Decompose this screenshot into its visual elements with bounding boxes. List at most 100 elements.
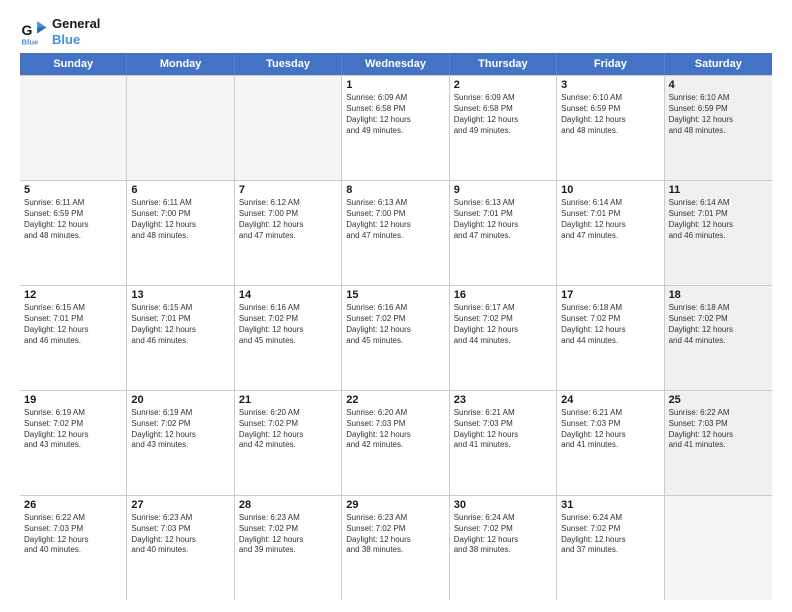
day-number: 2 bbox=[454, 79, 552, 91]
day-number: 11 bbox=[669, 184, 768, 196]
calendar-cell: 29 Sunrise: 6:23 AMSunset: 7:02 PMDayligh… bbox=[342, 496, 449, 600]
calendar-header: SundayMondayTuesdayWednesdayThursdayFrid… bbox=[20, 53, 772, 75]
day-number: 25 bbox=[669, 394, 768, 406]
day-number: 1 bbox=[346, 79, 444, 91]
calendar-cell: 30 Sunrise: 6:24 AMSunset: 7:02 PMDayligh… bbox=[450, 496, 557, 600]
day-number: 7 bbox=[239, 184, 337, 196]
day-number: 31 bbox=[561, 499, 659, 511]
calendar-cell: 21 Sunrise: 6:20 AMSunset: 7:02 PMDayligh… bbox=[235, 391, 342, 495]
calendar-cell: 1 Sunrise: 6:09 AMSunset: 6:58 PMDaylight… bbox=[342, 76, 449, 180]
calendar-cell: 27 Sunrise: 6:23 AMSunset: 7:03 PMDayligh… bbox=[127, 496, 234, 600]
cell-info: Sunrise: 6:20 AMSunset: 7:02 PMDaylight:… bbox=[239, 408, 337, 451]
calendar-cell: 6 Sunrise: 6:11 AMSunset: 7:00 PMDaylight… bbox=[127, 181, 234, 285]
calendar-cell: 23Sunrise: 6:21 AMSunset: 7:03 PMDayligh… bbox=[450, 391, 557, 495]
weekday-header: Sunday bbox=[20, 53, 127, 75]
weekday-header: Tuesday bbox=[235, 53, 342, 75]
calendar-cell: 7Sunrise: 6:12 AMSunset: 7:00 PMDaylight… bbox=[235, 181, 342, 285]
cell-info: Sunrise: 6:23 AMSunset: 7:02 PMDaylight:… bbox=[239, 513, 337, 556]
cell-info: Sunrise: 6:13 AMSunset: 7:00 PMDaylight:… bbox=[346, 198, 444, 241]
day-number: 27 bbox=[131, 499, 229, 511]
day-number: 12 bbox=[24, 289, 122, 301]
day-number: 14 bbox=[239, 289, 337, 301]
calendar-cell: 14 Sunrise: 6:16 AMSunset: 7:02 PMDayligh… bbox=[235, 286, 342, 390]
day-number: 5 bbox=[24, 184, 122, 196]
cell-info: Sunrise: 6:16 AMSunset: 7:02 PMDaylight:… bbox=[346, 303, 444, 346]
weekday-header: Wednesday bbox=[342, 53, 449, 75]
calendar-cell: 17 Sunrise: 6:18 AMSunset: 7:02 PMDayligh… bbox=[557, 286, 664, 390]
day-number: 13 bbox=[131, 289, 229, 301]
calendar-body: 1 Sunrise: 6:09 AMSunset: 6:58 PMDaylight… bbox=[20, 75, 772, 600]
calendar-cell: 24 Sunrise: 6:21 AMSunset: 7:03 PMDayligh… bbox=[557, 391, 664, 495]
logo-text-blue: Blue bbox=[52, 32, 100, 48]
cell-info: Sunrise: 6:18 AMSunset: 7:02 PMDaylight:… bbox=[561, 303, 659, 346]
cell-info: Sunrise: 6:14 AMSunset: 7:01 PMDaylight:… bbox=[561, 198, 659, 241]
weekday-header: Monday bbox=[127, 53, 234, 75]
cell-info: Sunrise: 6:20 AMSunset: 7:03 PMDaylight:… bbox=[346, 408, 444, 451]
page: G Blue General Blue SundayMondayTuesdayW… bbox=[0, 0, 792, 612]
weekday-header: Thursday bbox=[450, 53, 557, 75]
cell-info: Sunrise: 6:11 AMSunset: 6:59 PMDaylight:… bbox=[24, 198, 122, 241]
day-number: 6 bbox=[131, 184, 229, 196]
day-number: 26 bbox=[24, 499, 122, 511]
weekday-header: Saturday bbox=[665, 53, 772, 75]
calendar-cell: 20 Sunrise: 6:19 AMSunset: 7:02 PMDayligh… bbox=[127, 391, 234, 495]
cell-info: Sunrise: 6:10 AMSunset: 6:59 PMDaylight:… bbox=[669, 93, 768, 136]
calendar-cell: 12 Sunrise: 6:15 AMSunset: 7:01 PMDayligh… bbox=[20, 286, 127, 390]
svg-text:Blue: Blue bbox=[22, 37, 40, 46]
cell-info: Sunrise: 6:22 AMSunset: 7:03 PMDaylight:… bbox=[669, 408, 768, 451]
cell-info: Sunrise: 6:24 AMSunset: 7:02 PMDaylight:… bbox=[454, 513, 552, 556]
day-number: 30 bbox=[454, 499, 552, 511]
cell-info: Sunrise: 6:17 AMSunset: 7:02 PMDaylight:… bbox=[454, 303, 552, 346]
cell-info: Sunrise: 6:09 AMSunset: 6:58 PMDaylight:… bbox=[454, 93, 552, 136]
calendar-cell bbox=[20, 76, 127, 180]
header: G Blue General Blue bbox=[20, 16, 772, 47]
calendar-cell: 31 Sunrise: 6:24 AMSunset: 7:02 PMDayligh… bbox=[557, 496, 664, 600]
calendar-cell: 15Sunrise: 6:16 AMSunset: 7:02 PMDayligh… bbox=[342, 286, 449, 390]
calendar-cell: 5 Sunrise: 6:11 AMSunset: 6:59 PMDaylight… bbox=[20, 181, 127, 285]
cell-info: Sunrise: 6:13 AMSunset: 7:01 PMDaylight:… bbox=[454, 198, 552, 241]
day-number: 20 bbox=[131, 394, 229, 406]
cell-info: Sunrise: 6:23 AMSunset: 7:02 PMDaylight:… bbox=[346, 513, 444, 556]
day-number: 17 bbox=[561, 289, 659, 301]
cell-info: Sunrise: 6:19 AMSunset: 7:02 PMDaylight:… bbox=[24, 408, 122, 451]
day-number: 22 bbox=[346, 394, 444, 406]
day-number: 29 bbox=[346, 499, 444, 511]
day-number: 24 bbox=[561, 394, 659, 406]
calendar-row: 19 Sunrise: 6:19 AMSunset: 7:02 PMDayligh… bbox=[20, 391, 772, 496]
logo-text-general: General bbox=[52, 16, 100, 32]
cell-info: Sunrise: 6:16 AMSunset: 7:02 PMDaylight:… bbox=[239, 303, 337, 346]
day-number: 16 bbox=[454, 289, 552, 301]
calendar-row: 1 Sunrise: 6:09 AMSunset: 6:58 PMDaylight… bbox=[20, 75, 772, 181]
cell-info: Sunrise: 6:15 AMSunset: 7:01 PMDaylight:… bbox=[24, 303, 122, 346]
cell-info: Sunrise: 6:21 AMSunset: 7:03 PMDaylight:… bbox=[561, 408, 659, 451]
cell-info: Sunrise: 6:23 AMSunset: 7:03 PMDaylight:… bbox=[131, 513, 229, 556]
cell-info: Sunrise: 6:24 AMSunset: 7:02 PMDaylight:… bbox=[561, 513, 659, 556]
day-number: 21 bbox=[239, 394, 337, 406]
calendar-cell: 3Sunrise: 6:10 AMSunset: 6:59 PMDaylight… bbox=[557, 76, 664, 180]
day-number: 19 bbox=[24, 394, 122, 406]
day-number: 9 bbox=[454, 184, 552, 196]
cell-info: Sunrise: 6:19 AMSunset: 7:02 PMDaylight:… bbox=[131, 408, 229, 451]
cell-info: Sunrise: 6:10 AMSunset: 6:59 PMDaylight:… bbox=[561, 93, 659, 136]
cell-info: Sunrise: 6:15 AMSunset: 7:01 PMDaylight:… bbox=[131, 303, 229, 346]
cell-info: Sunrise: 6:09 AMSunset: 6:58 PMDaylight:… bbox=[346, 93, 444, 136]
cell-info: Sunrise: 6:22 AMSunset: 7:03 PMDaylight:… bbox=[24, 513, 122, 556]
weekday-header: Friday bbox=[557, 53, 664, 75]
calendar-cell: 8 Sunrise: 6:13 AMSunset: 7:00 PMDaylight… bbox=[342, 181, 449, 285]
calendar-cell: 19 Sunrise: 6:19 AMSunset: 7:02 PMDayligh… bbox=[20, 391, 127, 495]
cell-info: Sunrise: 6:11 AMSunset: 7:00 PMDaylight:… bbox=[131, 198, 229, 241]
calendar-cell: 26 Sunrise: 6:22 AMSunset: 7:03 PMDayligh… bbox=[20, 496, 127, 600]
logo: G Blue General Blue bbox=[20, 16, 100, 47]
day-number: 8 bbox=[346, 184, 444, 196]
day-number: 18 bbox=[669, 289, 768, 301]
day-number: 4 bbox=[669, 79, 768, 91]
calendar-cell: 2 Sunrise: 6:09 AMSunset: 6:58 PMDaylight… bbox=[450, 76, 557, 180]
calendar-cell bbox=[235, 76, 342, 180]
calendar-cell: 16 Sunrise: 6:17 AMSunset: 7:02 PMDayligh… bbox=[450, 286, 557, 390]
cell-info: Sunrise: 6:18 AMSunset: 7:02 PMDaylight:… bbox=[669, 303, 768, 346]
calendar-cell: 13 Sunrise: 6:15 AMSunset: 7:01 PMDayligh… bbox=[127, 286, 234, 390]
cell-info: Sunrise: 6:14 AMSunset: 7:01 PMDaylight:… bbox=[669, 198, 768, 241]
cell-info: Sunrise: 6:21 AMSunset: 7:03 PMDaylight:… bbox=[454, 408, 552, 451]
calendar-cell: 28Sunrise: 6:23 AMSunset: 7:02 PMDayligh… bbox=[235, 496, 342, 600]
logo-icon: G Blue bbox=[20, 18, 48, 46]
